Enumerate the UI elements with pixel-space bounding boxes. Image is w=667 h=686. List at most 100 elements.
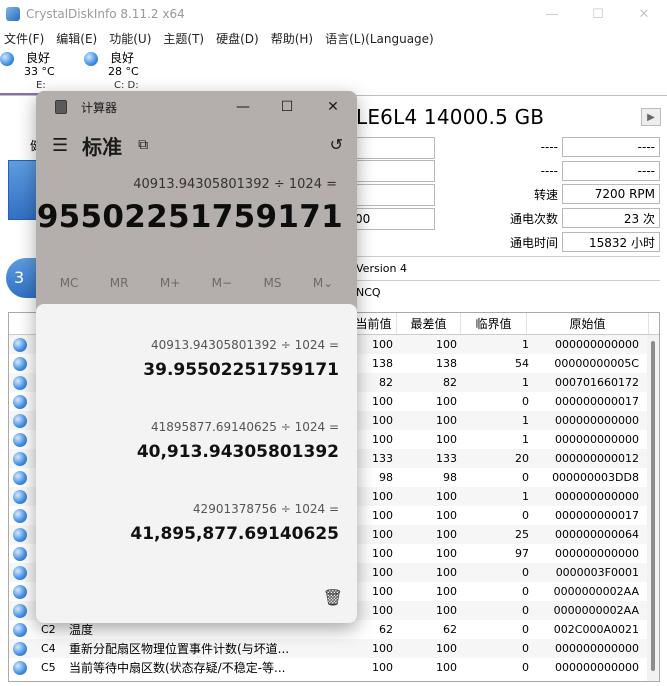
memory-clear-button[interactable]: MC	[60, 276, 79, 296]
info-field-left-4: 00	[355, 208, 435, 230]
health-dot-icon	[13, 527, 27, 542]
supported-features: NCQ	[356, 286, 381, 299]
standard-version: Version 4	[356, 262, 407, 275]
health-dot-icon	[13, 356, 27, 371]
cdi-titlebar: CrystalDiskInfo 8.11.2 x64 — ☐ ✕	[0, 0, 667, 28]
health-dot-icon	[13, 660, 27, 675]
history-result: 39.95502251759171	[143, 360, 339, 380]
health-dot-icon	[13, 337, 27, 352]
table-row[interactable]: C5 当前等待中扇区数(状态存疑/不稳定-等... 100 100 0 000000000…	[9, 658, 649, 677]
cdi-minimize-button[interactable]: —	[529, 0, 575, 28]
health-dot-icon	[13, 622, 27, 637]
power-count-label: 通电次数	[509, 211, 558, 226]
memory-buttons: MC MR M+ M− MS M⌄	[36, 276, 357, 296]
health-dot-icon	[84, 52, 98, 66]
memory-recall-button[interactable]: MR	[110, 276, 129, 296]
health-dot-icon	[13, 470, 27, 485]
info-value-box: ----	[562, 161, 660, 181]
history-item[interactable]: 41895877.69140625 ÷ 1024 = 40,913.943058…	[137, 420, 339, 462]
history-item[interactable]: 40913.94305801392 ÷ 1024 = 39.9550225175…	[143, 338, 339, 380]
play-icon: ▶	[647, 111, 655, 123]
menu-help[interactable]: 帮助(H)	[271, 30, 313, 47]
calc-close-button[interactable]: ✕	[318, 97, 348, 117]
calculator-icon	[55, 100, 67, 114]
health-dot-icon	[13, 565, 27, 580]
health-dot-icon	[13, 451, 27, 466]
health-dot-icon	[13, 641, 27, 656]
info-value: 00	[355, 212, 371, 226]
divider	[355, 280, 660, 281]
drive-tab-e[interactable]: 良好 33 °C E:	[0, 48, 84, 95]
header-worst[interactable]: 最差值	[397, 313, 461, 334]
menu-language[interactable]: 语言(L)(Language)	[325, 30, 434, 47]
info-row-rotation: 转速 7200 RPM	[500, 184, 660, 204]
memory-list-button[interactable]: M⌄	[313, 276, 333, 296]
calc-header: ☰ 标准 ⧉ ↺	[36, 123, 357, 167]
drive-tabs: 良好 33 °C E: 良好 28 °C C: D:	[0, 48, 667, 96]
memory-add-button[interactable]: M+	[160, 276, 180, 296]
calc-display-result: 39.95502251759171	[36, 199, 343, 235]
history-result: 40,913.94305801392	[136, 442, 339, 462]
header-current[interactable]: 当前值	[351, 313, 397, 334]
health-dot-icon	[13, 413, 27, 428]
scrollbar-thumb[interactable]	[651, 341, 655, 671]
cdi-app-icon	[6, 7, 20, 21]
cdi-window-controls: — ☐ ✕	[529, 0, 667, 28]
header-threshold[interactable]: 临界值	[461, 313, 527, 334]
health-dot-icon	[13, 546, 27, 561]
health-status-indicator	[8, 160, 38, 220]
health-dot-icon	[13, 394, 27, 409]
trash-icon[interactable]: 🗑	[323, 588, 343, 607]
info-field-left-2	[355, 160, 435, 182]
health-dot-icon	[13, 603, 27, 618]
info-label: ----	[540, 140, 558, 154]
rotation-value-box: 7200 RPM	[562, 184, 660, 204]
hamburger-menu-icon[interactable]: ☰	[52, 135, 68, 156]
info-value-box: ----	[562, 137, 660, 157]
menu-function[interactable]: 功能(U)	[109, 30, 151, 47]
drive-temp: 33 °C	[24, 65, 55, 78]
drive-letter: C: D:	[114, 80, 139, 91]
info-field-left-3	[355, 184, 435, 206]
info-row-blank-2: ---- ----	[500, 161, 660, 181]
header-raw[interactable]: 原始值	[527, 313, 649, 334]
keep-on-top-icon[interactable]: ⧉	[138, 137, 148, 153]
memory-store-button[interactable]: MS	[263, 276, 281, 296]
info-field-left-1	[355, 137, 435, 159]
history-result: 41,895,877.69140625	[130, 524, 339, 544]
calculator-window: 计算器 — ☐ ✕ ☰ 标准 ⧉ ↺ 40913.94305801392 ÷ 1…	[36, 91, 357, 623]
calc-maximize-button[interactable]: ☐	[272, 97, 302, 117]
menu-edit[interactable]: 编辑(E)	[56, 30, 97, 47]
cdi-window-title: CrystalDiskInfo 8.11.2 x64	[26, 7, 185, 21]
drive-temp: 28 °C	[108, 65, 139, 78]
memory-subtract-button[interactable]: M−	[212, 276, 232, 296]
health-dot-icon	[13, 432, 27, 447]
calc-mode-title: 标准	[82, 134, 123, 159]
history-icon[interactable]: ↺	[330, 135, 343, 154]
calc-window-title: 计算器	[81, 100, 118, 115]
menu-theme[interactable]: 主题(T)	[163, 30, 204, 47]
table-row[interactable]: C4 重新分配扇区物理位置事件计数(与坏道... 100 100 0 0000000000…	[9, 639, 649, 658]
drive-tab-cd[interactable]: 良好 28 °C C: D:	[84, 48, 168, 96]
disk-model-title: LE6L4 14000.5 GB	[356, 105, 545, 129]
calc-expression: 40913.94305801392 ÷ 1024 =	[133, 177, 337, 192]
history-expression: 41895877.69140625 ÷ 1024 =	[150, 420, 339, 434]
health-dot-icon	[13, 375, 27, 390]
drive-status: 良好	[26, 51, 51, 65]
rotation-label: 转速	[533, 187, 558, 202]
next-disk-button[interactable]: ▶	[641, 108, 661, 126]
menu-file[interactable]: 文件(F)	[4, 30, 44, 47]
history-expression: 42901378756 ÷ 1024 =	[192, 502, 339, 516]
power-count-value-box: 23 次	[562, 208, 660, 228]
info-row-blank-1: ---- ----	[500, 137, 660, 157]
history-item[interactable]: 42901378756 ÷ 1024 = 41,895,877.69140625	[130, 502, 339, 544]
cdi-maximize-button[interactable]: ☐	[575, 0, 621, 28]
calc-minimize-button[interactable]: —	[228, 97, 258, 117]
temperature-indicator: 3	[6, 258, 40, 298]
cdi-close-button[interactable]: ✕	[621, 0, 667, 28]
menu-disk[interactable]: 硬盘(D)	[216, 30, 259, 47]
table-scrollbar[interactable]	[647, 335, 659, 681]
drive-status: 良好	[110, 51, 135, 65]
divider	[355, 256, 660, 257]
history-panel: 40913.94305801392 ÷ 1024 = 39.9550225175…	[36, 304, 357, 623]
